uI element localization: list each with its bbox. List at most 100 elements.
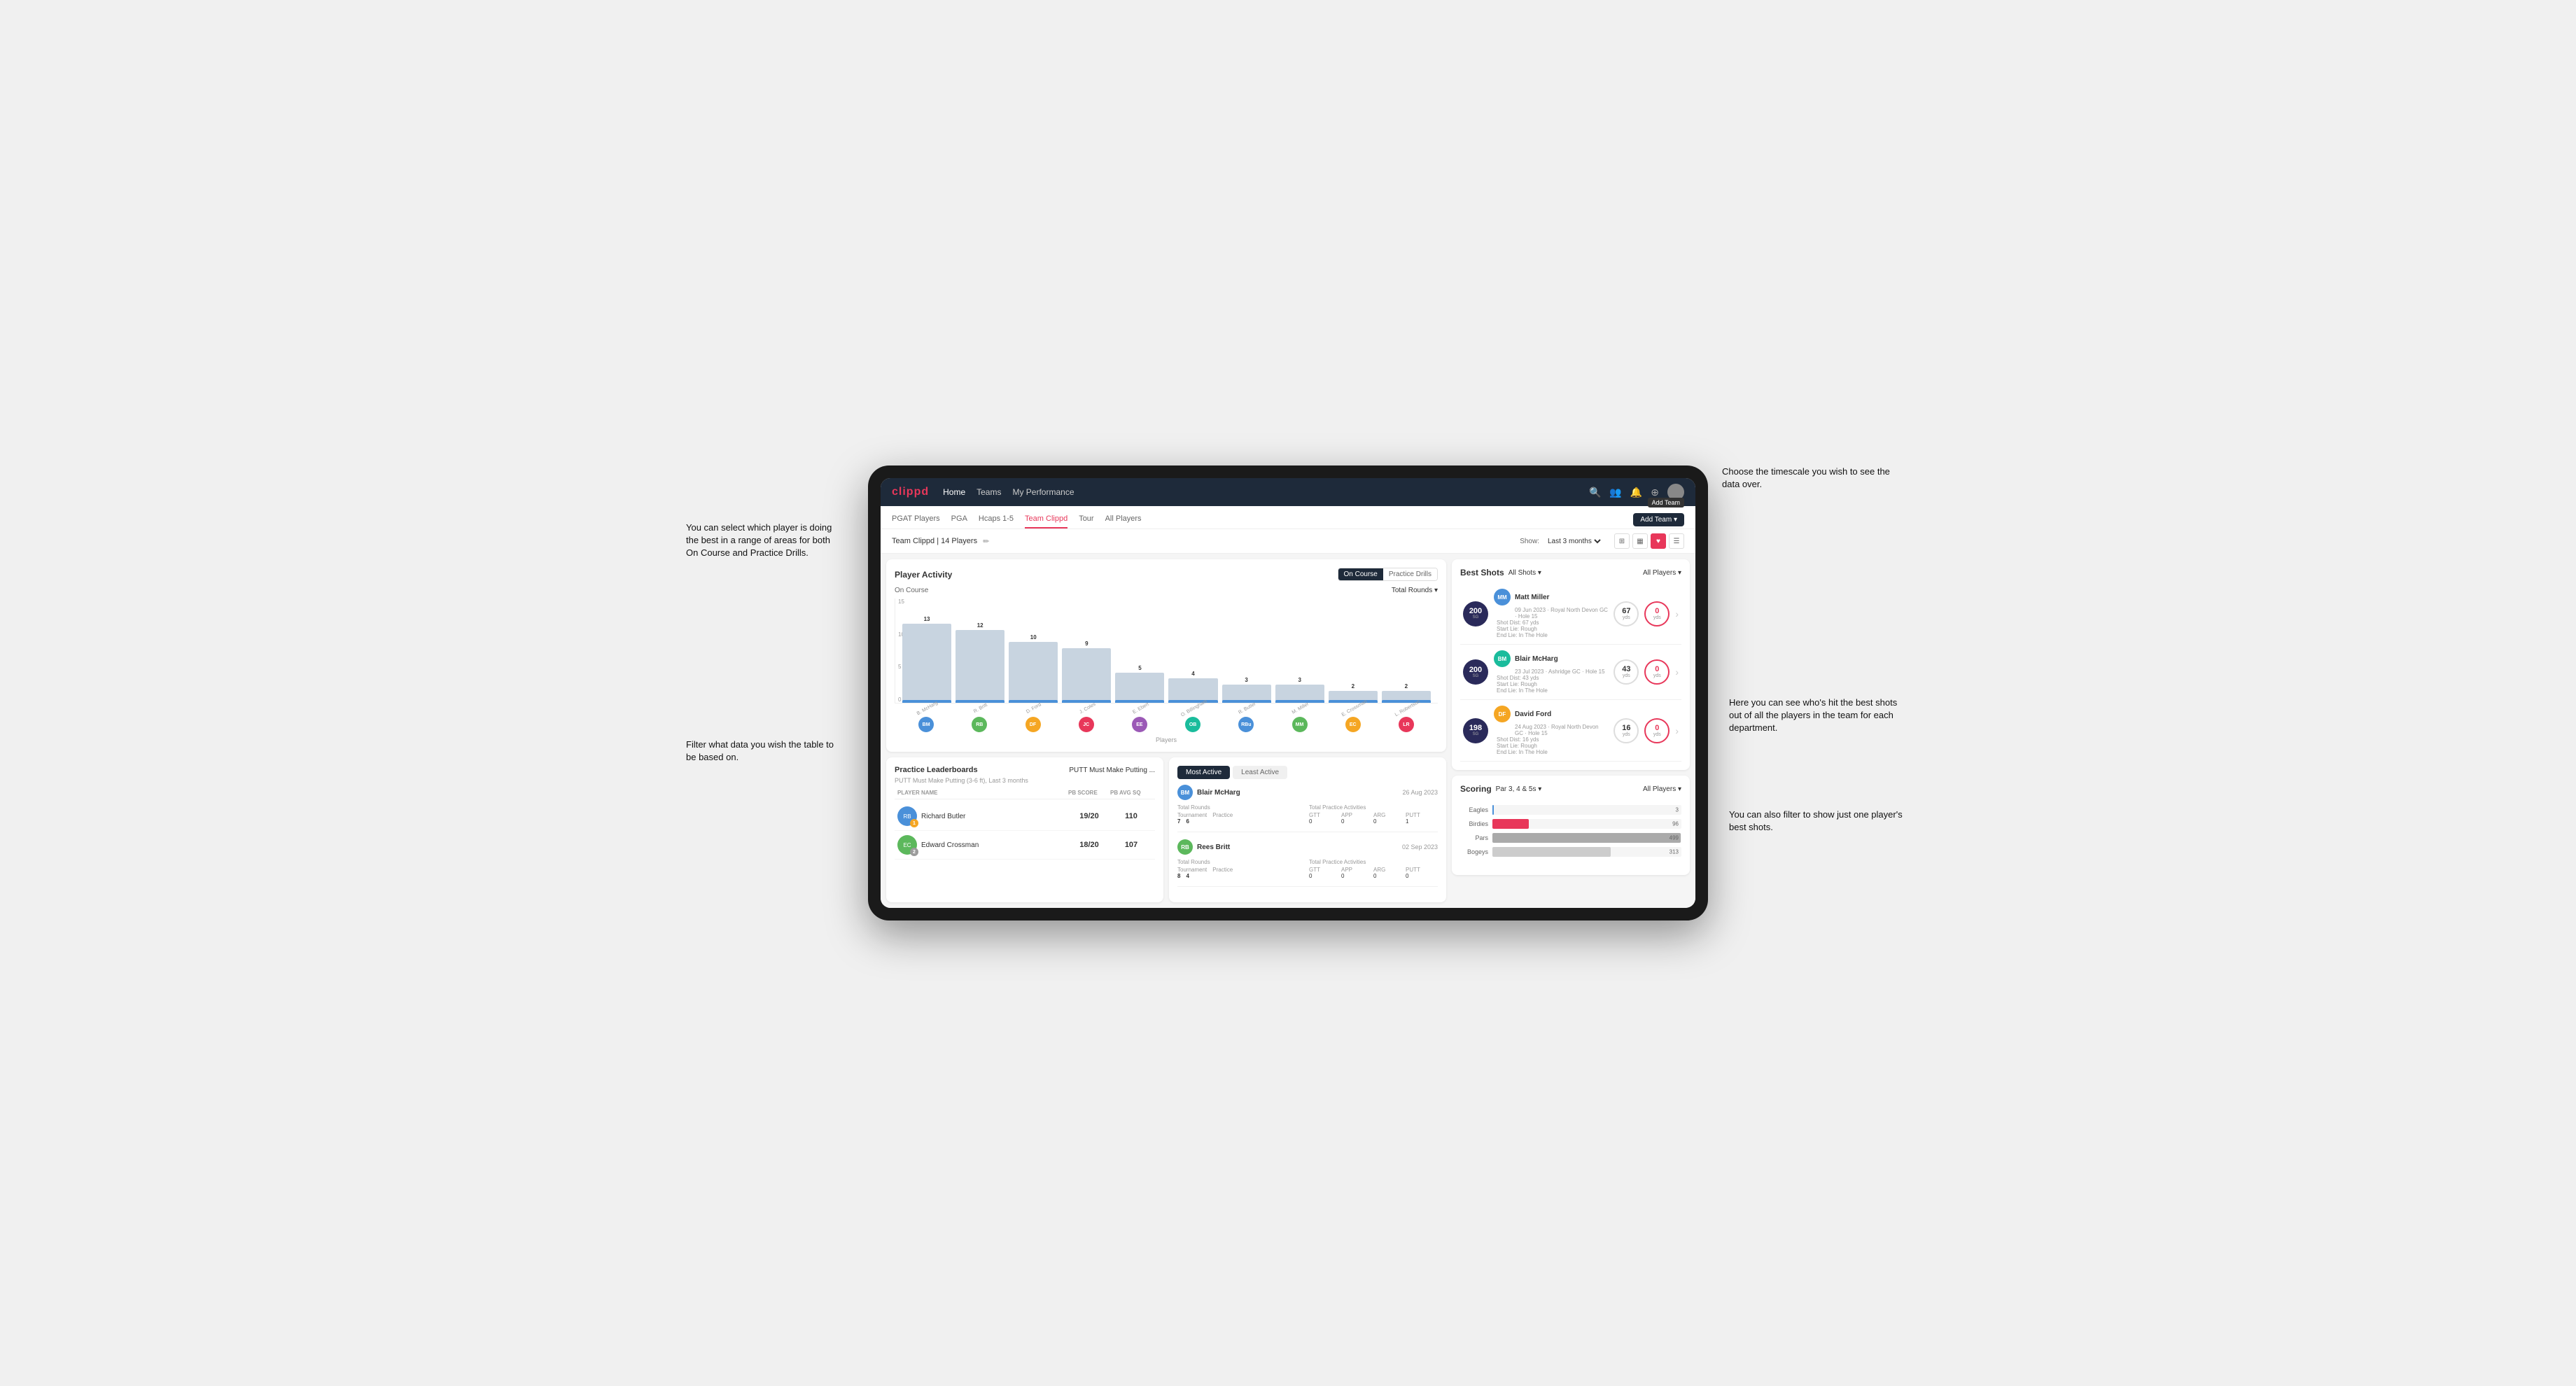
- show-select[interactable]: Last 3 months Last month Last 6 months L…: [1545, 537, 1603, 546]
- scoring-row: Birdies 96: [1460, 819, 1681, 829]
- practice-activities-label: Total Practice Activities: [1309, 804, 1438, 811]
- bar-fill: [902, 624, 951, 703]
- bar-group[interactable]: 10: [1009, 634, 1058, 703]
- shot-cards: 200 SG MM Matt Miller 09 Jun 2023 · Roya…: [1460, 583, 1681, 762]
- activity-name: Rees Britt: [1197, 844, 1230, 851]
- scoring-label: Birdies: [1460, 820, 1488, 827]
- scoring-row: Eagles 3: [1460, 805, 1681, 815]
- sub-nav-pgat[interactable]: PGAT Players: [892, 510, 940, 528]
- player-name: Richard Butler: [921, 813, 965, 820]
- plus-circle-icon[interactable]: ⊕: [1651, 486, 1659, 498]
- shot-meta: Shot Dist: 43 yds Start Lie: Rough End L…: [1494, 675, 1608, 694]
- tiles-view-icon[interactable]: ▦: [1632, 533, 1648, 549]
- bar-group[interactable]: 13: [902, 616, 951, 703]
- leaderboard-filter[interactable]: PUTT Must Make Putting ...: [1069, 766, 1155, 774]
- chevron-right-icon[interactable]: ›: [1675, 608, 1679, 620]
- activity-stats-grid: Total Rounds Tournament Practice 8 4 Tot…: [1177, 859, 1438, 879]
- edit-icon[interactable]: ✏: [983, 537, 989, 546]
- app-val: 0: [1341, 873, 1373, 879]
- users-icon[interactable]: 👥: [1609, 486, 1621, 498]
- bar-fill: [1062, 648, 1111, 703]
- shot-badge-num: 200: [1469, 666, 1482, 674]
- shot-dist: Shot Dist: 16 yds: [1497, 736, 1608, 743]
- sub-nav-all-players[interactable]: All Players: [1105, 510, 1142, 528]
- scoring-players-filter[interactable]: All Players ▾: [1643, 785, 1681, 793]
- sub-nav-pga[interactable]: PGA: [951, 510, 967, 528]
- bar-fill: [1009, 642, 1058, 703]
- nav-logo: clippd: [892, 486, 929, 498]
- end-lie: End Lie: In The Hole: [1497, 687, 1608, 694]
- nav-teams[interactable]: Teams: [976, 484, 1001, 500]
- practice-sub-vals: 0 0 0 1: [1309, 818, 1438, 825]
- on-course-toggle[interactable]: On Course: [1338, 568, 1383, 580]
- grid-view-icon[interactable]: ⊞: [1614, 533, 1630, 549]
- practice-activities-label: Total Practice Activities: [1309, 859, 1438, 865]
- x-avatars: BMRBDFJCEEOBRBuMMECLR: [895, 711, 1438, 734]
- bar-group[interactable]: 9: [1062, 640, 1111, 703]
- practice-sub-labels: GTT APP ARG PUTT: [1309, 867, 1438, 873]
- chevron-right-icon[interactable]: ›: [1675, 725, 1679, 736]
- scoring-bar-wrap: 96: [1492, 819, 1681, 829]
- chevron-right-icon[interactable]: ›: [1675, 666, 1679, 678]
- player-avatar: EC2: [897, 835, 917, 855]
- tournament-label: Tournament: [1177, 867, 1207, 873]
- search-icon[interactable]: 🔍: [1589, 486, 1601, 498]
- shot-card[interactable]: 198 SG DF David Ford 24 Aug 2023 · Royal…: [1460, 700, 1681, 762]
- activity-rounds-section: Total Rounds Tournament Practice 7 6: [1177, 804, 1306, 825]
- leaderboard-row[interactable]: RB1Richard Butler19/20110: [895, 802, 1155, 831]
- scoring-panel: Scoring Par 3, 4 & 5s ▾ All Players ▾ Ea…: [1452, 776, 1690, 875]
- activity-player-header: BM Blair McHarg 26 Aug 2023: [1177, 785, 1438, 800]
- scoring-label: Eagles: [1460, 806, 1488, 813]
- most-active-tab[interactable]: Most Active: [1177, 766, 1230, 779]
- all-players-filter[interactable]: All Players ▾: [1643, 569, 1681, 577]
- rounds-vals: 7 6: [1177, 818, 1306, 825]
- bell-icon[interactable]: 🔔: [1630, 486, 1642, 498]
- metric-circle-2: 0 yds: [1644, 659, 1670, 685]
- shot-card[interactable]: 200 SG MM Matt Miller 09 Jun 2023 · Roya…: [1460, 583, 1681, 645]
- view-icons: ⊞ ▦ ♥ ☰: [1614, 533, 1684, 549]
- metric-circle-2: 0 yds: [1644, 601, 1670, 626]
- scoring-header: Scoring Par 3, 4 & 5s ▾ All Players ▾: [1460, 784, 1681, 794]
- sub-nav-tour[interactable]: Tour: [1079, 510, 1093, 528]
- metric-unit-2: yds: [1653, 615, 1661, 620]
- best-shots-header: Best Shots All Shots ▾ All Players ▾: [1460, 568, 1681, 578]
- par-filter[interactable]: Par 3, 4 & 5s ▾: [1496, 785, 1542, 793]
- total-rounds-filter[interactable]: Total Rounds ▾: [1392, 587, 1438, 594]
- metric-val-2: 0: [1655, 608, 1659, 615]
- sub-nav-hcaps[interactable]: Hcaps 1-5: [979, 510, 1014, 528]
- show-label: Show:: [1520, 538, 1539, 545]
- scoring-title: Scoring: [1460, 784, 1492, 794]
- shot-player-name: David Ford: [1515, 710, 1551, 718]
- add-team-button[interactable]: Add Team Add Team ▾: [1633, 513, 1684, 526]
- start-lie: Start Lie: Rough: [1497, 626, 1608, 632]
- shot-card[interactable]: 200 SG BM Blair McHarg 23 Jul 2023 · Ash…: [1460, 645, 1681, 700]
- bottom-panels: Practice Leaderboards PUTT Must Make Put…: [886, 757, 1446, 902]
- nav-performance[interactable]: My Performance: [1012, 484, 1074, 500]
- shot-metric-2: 0 yds: [1644, 601, 1670, 626]
- end-lie: End Lie: In The Hole: [1497, 632, 1608, 638]
- team-name: Team Clippd | 14 Players: [892, 537, 977, 545]
- shot-meta: Shot Dist: 67 yds Start Lie: Rough End L…: [1494, 620, 1608, 638]
- player-info: RB1Richard Butler: [897, 806, 1068, 826]
- leaderboard-columns: PLAYER NAME PB SCORE PB AVG SQ: [895, 790, 1155, 799]
- col-player-name: PLAYER NAME: [897, 790, 1068, 796]
- scoring-label: Bogeys: [1460, 848, 1488, 855]
- practice-drills-toggle[interactable]: Practice Drills: [1383, 568, 1437, 580]
- team-header: Team Clippd | 14 Players ✏ Show: Last 3 …: [881, 529, 1695, 554]
- nav-home[interactable]: Home: [943, 484, 965, 500]
- practice-sub-labels: GTT APP ARG PUTT: [1309, 812, 1438, 818]
- all-shots-filter[interactable]: All Shots ▾: [1508, 569, 1541, 577]
- activity-avatar: RB: [1177, 839, 1193, 855]
- bar-group[interactable]: 12: [955, 622, 1004, 703]
- sub-nav-team-clippd[interactable]: Team Clippd: [1025, 510, 1068, 528]
- shot-badge-num: 198: [1469, 724, 1482, 732]
- heart-view-icon[interactable]: ♥: [1651, 533, 1666, 549]
- shot-player-header: DF David Ford: [1494, 706, 1608, 722]
- leaderboard-row[interactable]: EC2Edward Crossman18/20107: [895, 831, 1155, 860]
- least-active-tab[interactable]: Least Active: [1233, 766, 1287, 779]
- list-view-icon[interactable]: ☰: [1669, 533, 1684, 549]
- scoring-bar-wrap: 3: [1492, 805, 1681, 815]
- practice-val: 4: [1186, 873, 1189, 879]
- metric-circle-2: 0 yds: [1644, 718, 1670, 743]
- player-activity-header: Player Activity On Course Practice Drill…: [895, 568, 1438, 581]
